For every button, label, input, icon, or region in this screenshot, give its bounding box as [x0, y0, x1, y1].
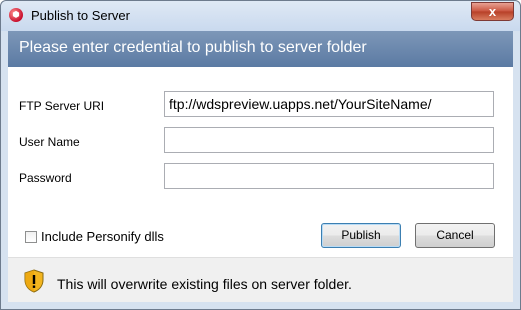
- close-button[interactable]: x: [471, 2, 514, 21]
- instruction-text: Please enter credential to publish to se…: [19, 39, 367, 56]
- password-label: Password: [19, 171, 72, 185]
- instruction-banner: Please enter credential to publish to se…: [8, 31, 513, 67]
- warning-footer: This will overwrite existing files on se…: [8, 257, 513, 302]
- warning-message: This will overwrite existing files on se…: [57, 276, 352, 292]
- user-name-label: User Name: [19, 135, 80, 149]
- form-panel: FTP Server URI User Name Password Includ…: [8, 67, 513, 257]
- cancel-button[interactable]: Cancel: [415, 223, 495, 248]
- user-name-input[interactable]: [164, 127, 494, 153]
- publish-button[interactable]: Publish: [321, 223, 401, 248]
- publish-dialog: ⬢ Publish to Server x Please enter crede…: [0, 0, 521, 310]
- include-personify-label[interactable]: Include Personify dlls: [41, 229, 164, 244]
- password-input[interactable]: [164, 163, 494, 189]
- ftp-server-uri-input[interactable]: [164, 91, 494, 117]
- title-bar[interactable]: ⬢ Publish to Server x: [1, 1, 520, 31]
- ftp-server-uri-label: FTP Server URI: [19, 99, 105, 113]
- application-logo-icon: ⬢: [9, 8, 23, 22]
- close-icon: x: [488, 4, 497, 19]
- window-title: Publish to Server: [31, 8, 130, 23]
- shield-warning-icon: [24, 269, 44, 293]
- include-personify-checkbox[interactable]: [25, 231, 37, 243]
